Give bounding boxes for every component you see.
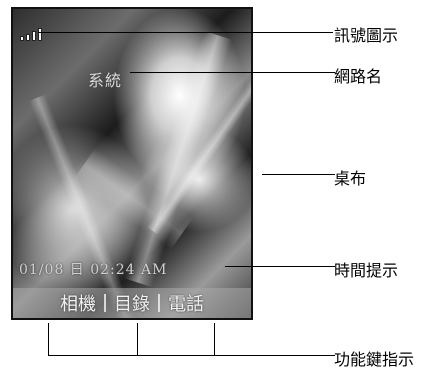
callout-label-network: 網路名 [334, 67, 383, 86]
softkey-left-camera[interactable]: 相機 [60, 290, 96, 316]
callout-label-signal: 訊號圖示 [334, 26, 399, 45]
callout-vline-left [48, 323, 49, 355]
wallpaper-streak [123, 30, 233, 288]
callout-line-signal [38, 32, 333, 33]
softkey-right-phone[interactable]: 電話 [168, 290, 204, 316]
callout-vline-center [137, 323, 138, 355]
softkey-divider [158, 294, 160, 312]
callout-line-network [130, 72, 335, 73]
date-time-display: 01/08 日 02:24 AM [19, 262, 168, 278]
callout-line-softkeys [48, 355, 335, 356]
callout-label-wallpaper: 桌布 [334, 169, 367, 188]
callout-line-wallpaper [262, 174, 335, 175]
callout-label-time: 時間提示 [334, 261, 399, 280]
callout-line-time [225, 266, 335, 267]
signal-strength-icon [20, 27, 42, 41]
callout-vline-right [214, 323, 215, 355]
softkey-center-menu[interactable]: 目錄 [114, 290, 150, 316]
network-name: 系統 [88, 71, 123, 90]
phone-screen: 系統 01/08 日 02:24 AM 相機 目錄 電話 [11, 7, 253, 320]
softkey-bar: 相機 目錄 電話 [13, 288, 251, 318]
softkey-divider [104, 294, 106, 312]
callout-label-softkeys: 功能鍵指示 [334, 350, 415, 369]
